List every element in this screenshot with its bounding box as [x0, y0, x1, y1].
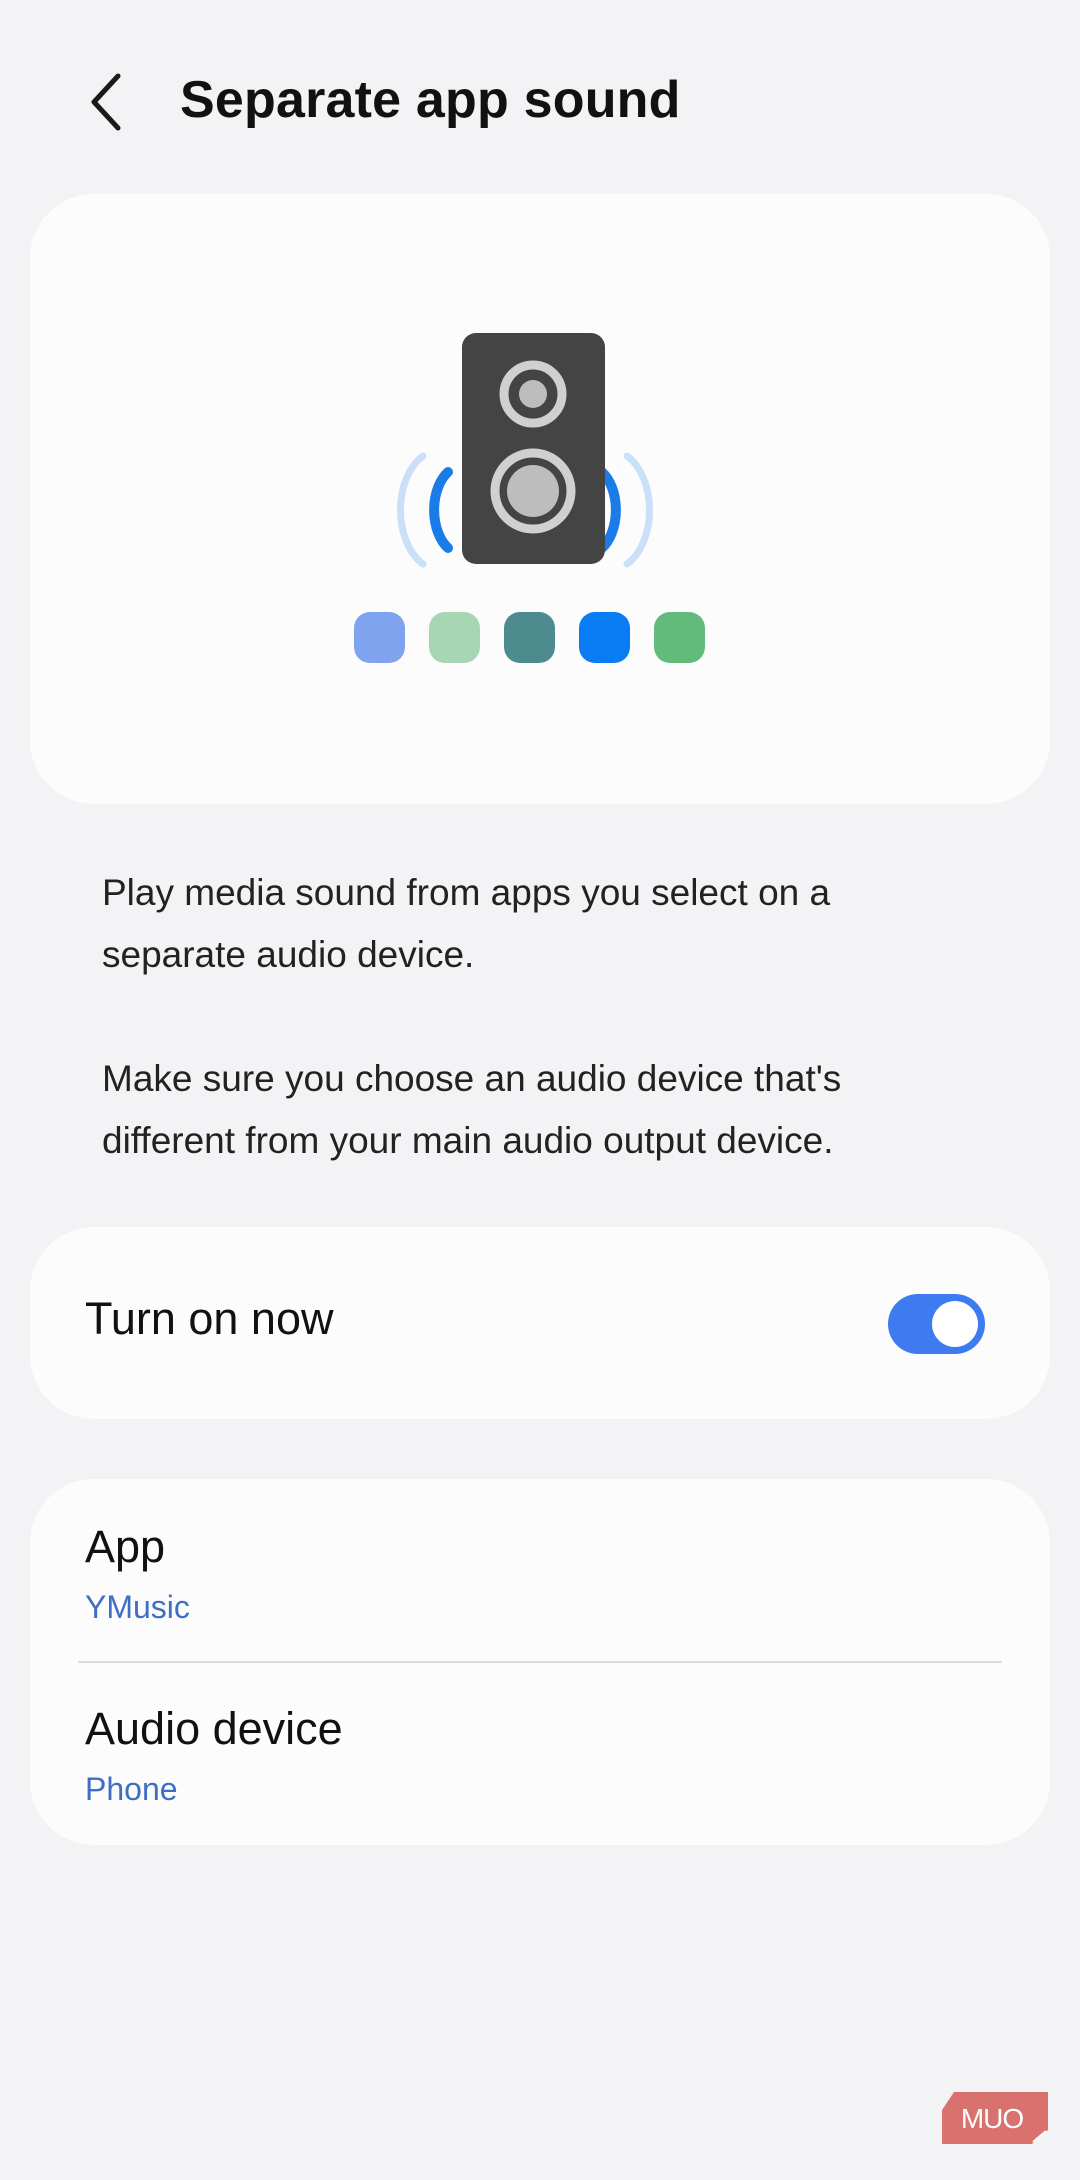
speaker-illustration: [354, 333, 705, 663]
app-setting-title: App: [85, 1521, 166, 1572]
description-paragraph-1: Play media sound from apps you select on…: [102, 872, 831, 975]
illustration-card: [30, 194, 1050, 804]
description-paragraph-2: Make sure you choose an audio device tha…: [102, 1058, 842, 1161]
speaker-icon: [396, 333, 654, 568]
turn-on-card[interactable]: Turn on now: [30, 1227, 1050, 1419]
audio-device-setting-row[interactable]: Audio device Phone: [30, 1663, 1050, 1845]
back-button[interactable]: [70, 60, 142, 144]
description: Play media sound from apps you select on…: [102, 862, 982, 1234]
svg-text:MUO: MUO: [961, 2103, 1024, 2134]
app-setting-value: YMusic: [85, 1589, 190, 1625]
settings-card: App YMusic Audio device Phone: [30, 1479, 1050, 1845]
page-title: Separate app sound: [180, 71, 681, 129]
audio-device-setting-value: Phone: [85, 1771, 178, 1807]
app-setting-row[interactable]: App YMusic: [30, 1479, 1050, 1661]
app-dots: [354, 612, 705, 663]
switch-knob: [932, 1301, 978, 1347]
turn-on-switch[interactable]: [888, 1294, 985, 1354]
muo-watermark-logo: MUO: [942, 2092, 1048, 2144]
audio-device-setting-title: Audio device: [85, 1703, 343, 1754]
turn-on-label: Turn on now: [85, 1293, 334, 1344]
app-bar: Separate app sound: [0, 0, 1080, 200]
chevron-left-icon: [91, 73, 121, 131]
